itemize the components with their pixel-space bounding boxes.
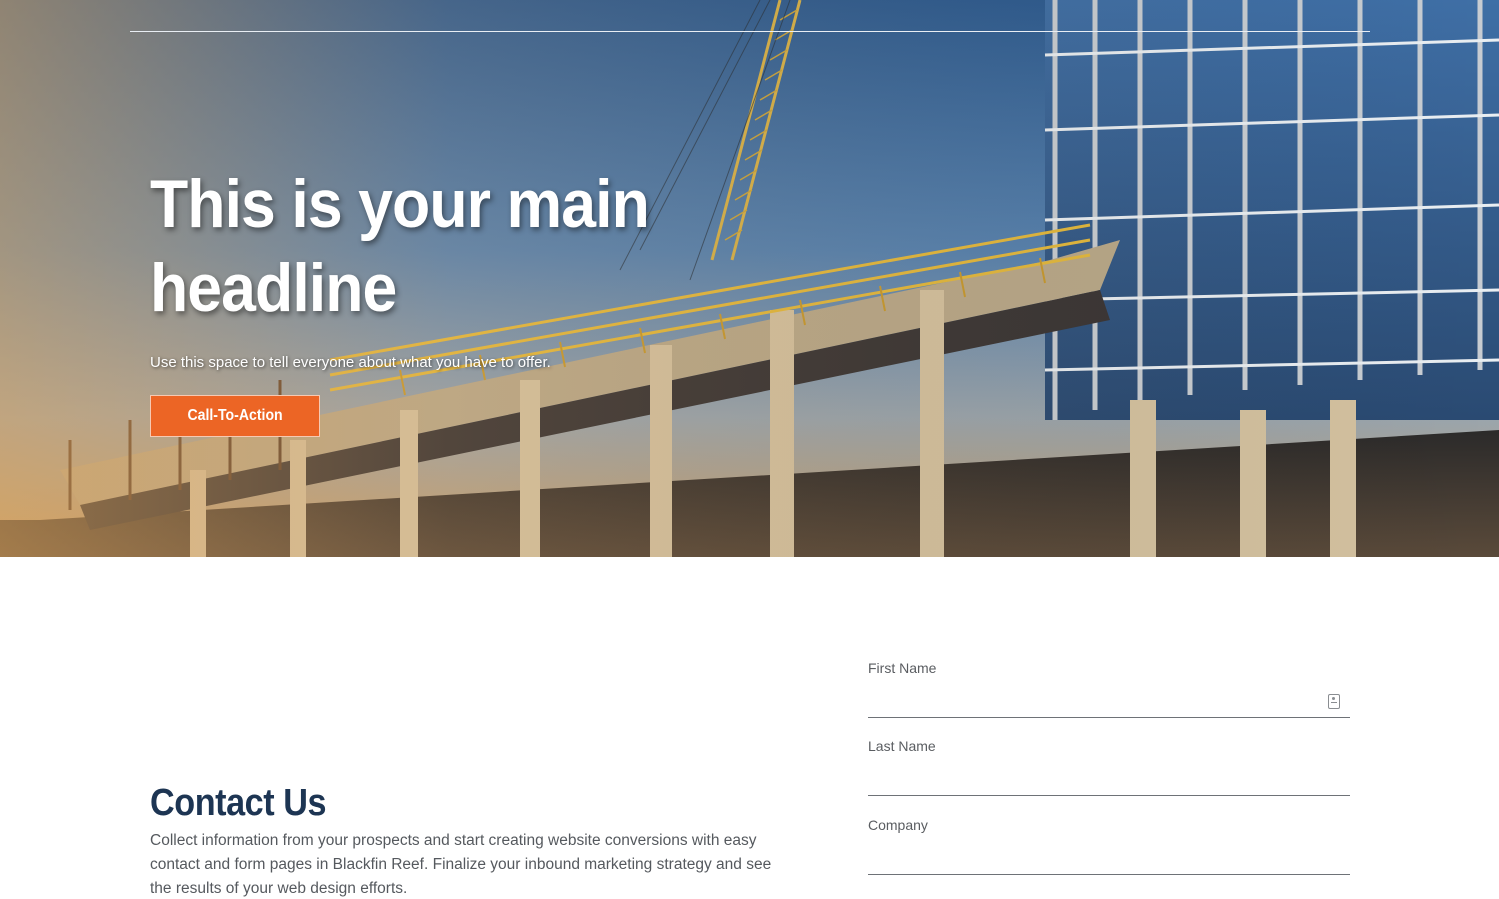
contact-card-icon[interactable]: [1328, 694, 1340, 709]
company-label: Company: [868, 817, 928, 833]
call-to-action-label: Call-To-Action: [187, 407, 283, 424]
first-name-input[interactable]: [868, 682, 1350, 718]
company-field: Company: [868, 815, 1350, 875]
last-name-label: Last Name: [868, 738, 936, 754]
company-input[interactable]: [868, 839, 1350, 875]
hero-subtext: Use this space to tell everyone about wh…: [150, 354, 551, 371]
hero-headline: This is your main headline: [150, 166, 650, 326]
first-name-label: First Name: [868, 660, 937, 676]
hero-section: This is your main headline Use this spac…: [0, 0, 1499, 557]
last-name-field: Last Name: [868, 736, 1350, 796]
hero-divider: [130, 31, 1370, 32]
contact-title: Contact Us: [150, 782, 327, 824]
call-to-action-button[interactable]: Call-To-Action: [150, 395, 320, 437]
last-name-input[interactable]: [868, 760, 1350, 796]
first-name-field: First Name: [868, 658, 1350, 718]
contact-description: Collect information from your prospects …: [150, 832, 772, 897]
